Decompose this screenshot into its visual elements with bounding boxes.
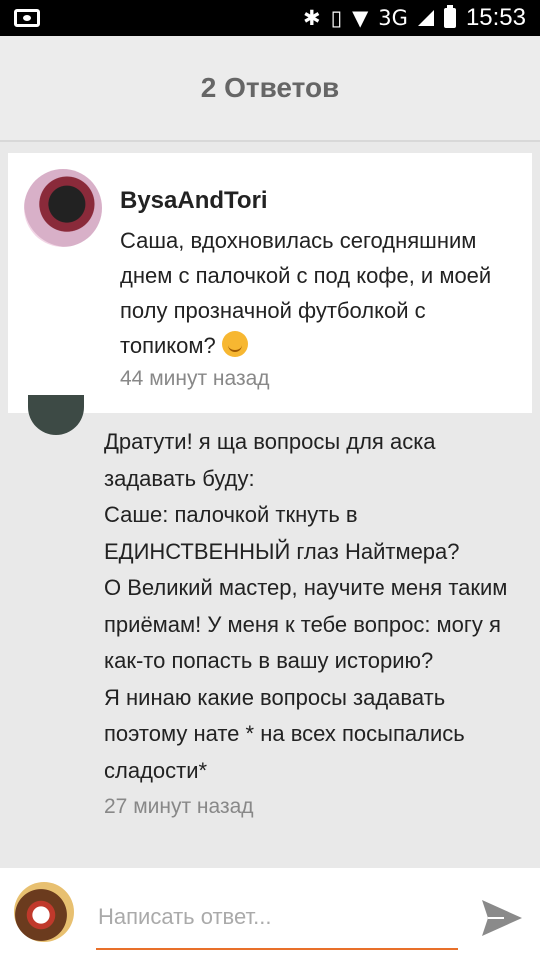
vibrate-icon: ▯ [330,6,343,30]
wifi-icon: ▼ [352,6,369,30]
network-type: 3G [378,6,408,30]
reply-composer [0,868,540,960]
comment-time: 44 минут назад [120,367,270,390]
reply-line: Саше: палочкой ткнуть в ЕДИНСТВЕННЫЙ гла… [104,502,460,564]
signal-icon [417,10,434,26]
camera-icon [14,9,40,27]
battery-icon [443,5,456,28]
featured-comment: BysaAndTori Саша, вдохновилась сегодняшн… [8,153,532,413]
author-avatar[interactable] [24,169,102,247]
bluetooth-icon: ✱ [302,6,321,30]
reply-comment: Дратути! я ща вопросы для аска задавать … [104,424,524,826]
clock: 15:53 [465,4,526,31]
reply-time: 27 минут назад [104,795,254,818]
reply-input[interactable] [96,894,458,950]
smiling-face-icon [221,331,248,357]
author-name[interactable]: BysaAndTori [120,187,268,215]
my-avatar [14,882,74,942]
reply-line: Дратути! я ща вопросы для аска задавать … [104,429,436,491]
send-icon[interactable] [480,898,524,938]
reply-line: Я нинаю какие вопросы задавать поэтому н… [104,684,465,783]
comment-body: Саша, вдохновилась сегодняшним днем с па… [120,228,492,358]
page-header: 2 Ответов [0,36,540,142]
reply-line: О Великий мастер, научите меня таким при… [104,575,508,673]
page-title: 2 Ответов [200,72,340,103]
reply-avatar[interactable] [28,395,84,435]
comment-text: Саша, вдохновилась сегодняшним днем с па… [120,223,520,363]
status-icons: ✱ ▯ ▼ 3G 15:53 [303,0,526,36]
status-bar: ✱ ▯ ▼ 3G 15:53 [0,0,540,36]
